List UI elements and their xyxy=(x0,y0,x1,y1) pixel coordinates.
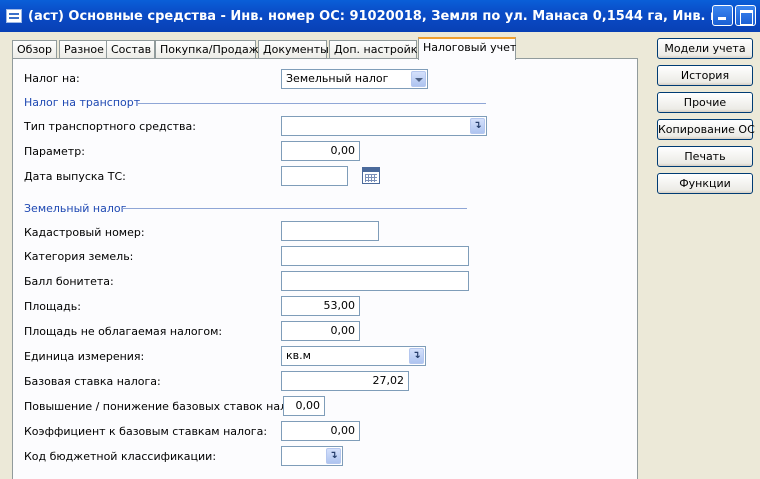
tab-documents[interactable]: Документы xyxy=(258,40,329,59)
land-category-field[interactable] xyxy=(281,246,469,266)
untaxed-area-field[interactable]: 0,00 xyxy=(281,321,360,341)
tab-composition[interactable]: Состав xyxy=(106,40,155,59)
rate-coef-label: Коэффициент к базовым ставкам налога: xyxy=(24,425,268,438)
tax-on-value: Земельный налог xyxy=(286,72,389,85)
asset-models-button[interactable]: Модели учета xyxy=(657,38,753,59)
rate-adjust-field[interactable]: 0,00 xyxy=(283,396,325,416)
minimize-icon[interactable] xyxy=(712,5,733,26)
vehicle-date-label: Дата выпуска ТС: xyxy=(24,170,126,183)
unit-field[interactable]: кв.м ↴ xyxy=(281,346,426,366)
copy-asset-button[interactable]: Копирование ОС xyxy=(657,119,755,140)
land-section-title: Земельный налог xyxy=(24,202,127,215)
transport-section-divider xyxy=(138,103,486,104)
history-button[interactable]: История xyxy=(657,65,753,86)
calendar-icon[interactable] xyxy=(362,167,380,184)
fertility-field[interactable] xyxy=(281,271,469,291)
lookup-arrow-icon[interactable]: ↴ xyxy=(470,118,485,134)
form-icon[interactable] xyxy=(6,9,22,23)
chevron-down-icon[interactable] xyxy=(411,71,426,87)
tab-tax-accounting[interactable]: Налоговый учет xyxy=(418,37,516,60)
maximize-icon[interactable] xyxy=(735,5,756,26)
land-section-divider xyxy=(121,208,467,209)
area-label: Площадь: xyxy=(24,300,81,313)
untaxed-area-label: Площадь не облагаемая налогом: xyxy=(24,325,223,338)
window-title: (аст) Основные средства - Инв. номер ОС:… xyxy=(28,8,724,24)
lookup-arrow-icon[interactable]: ↴ xyxy=(326,448,341,464)
tax-on-select[interactable]: Земельный налог xyxy=(281,69,428,89)
other-button[interactable]: Прочие xyxy=(657,92,753,113)
transport-section-title: Налог на транспорт xyxy=(24,96,141,109)
unit-label: Единица измерения: xyxy=(24,350,145,363)
print-button[interactable]: Печать xyxy=(657,146,753,167)
parameter-field[interactable]: 0,00 xyxy=(281,141,360,161)
tab-purchase-sale[interactable]: Покупка/Продажа xyxy=(155,40,265,59)
rate-coef-field[interactable]: 0,00 xyxy=(281,421,360,441)
budget-code-field[interactable]: ↴ xyxy=(281,446,343,466)
budget-code-label: Код бюджетной классификации: xyxy=(24,450,217,463)
title-bar: (аст) Основные средства - Инв. номер ОС:… xyxy=(0,0,760,32)
tax-on-label: Налог на: xyxy=(24,72,80,85)
parameter-label: Параметр: xyxy=(24,145,85,158)
vehicle-type-label: Тип транспортного средства: xyxy=(24,120,196,133)
land-category-label: Категория земель: xyxy=(24,250,134,263)
base-rate-label: Базовая ставка налога: xyxy=(24,375,161,388)
fertility-label: Балл бонитета: xyxy=(24,275,114,288)
vehicle-date-field[interactable] xyxy=(281,166,348,186)
vehicle-type-field[interactable]: ↴ xyxy=(281,116,487,136)
rate-adjust-label: Повышение / понижение базовых ставок нал… xyxy=(24,400,311,413)
cadastral-label: Кадастровый номер: xyxy=(24,226,145,239)
lookup-arrow-icon[interactable]: ↴ xyxy=(409,348,424,364)
tax-accounting-panel: Налог на: Земельный налог Налог на транс… xyxy=(12,58,638,479)
functions-button[interactable]: Функции xyxy=(657,173,753,194)
area-field[interactable]: 53,00 xyxy=(281,296,360,316)
tab-extra-settings[interactable]: Доп. настройки xyxy=(329,40,425,59)
tab-overview[interactable]: Обзор xyxy=(12,40,57,59)
unit-value: кв.м xyxy=(286,349,311,362)
cadastral-field[interactable] xyxy=(281,221,379,241)
base-rate-field[interactable]: 27,02 xyxy=(281,371,409,391)
